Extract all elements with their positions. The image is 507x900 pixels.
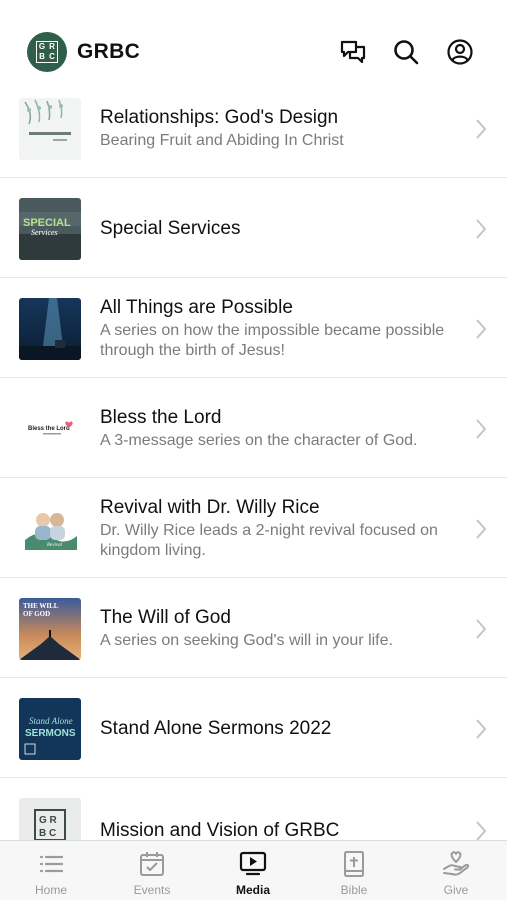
- series-title: Revival with Dr. Willy Rice: [100, 497, 320, 518]
- list-item[interactable]: All Things are Possible A series on how …: [0, 278, 507, 378]
- series-thumbnail: Bless the Lord: [19, 398, 81, 460]
- bible-icon: [344, 851, 364, 877]
- give-hand-icon: [443, 851, 470, 876]
- series-subtitle: Dr. Willy Rice leads a 2-night revival f…: [100, 522, 438, 559]
- list-item[interactable]: G R B C Mission and Vision of GRBC: [0, 778, 507, 840]
- list-item[interactable]: Stand Alone SERMONS Stand Alone Sermons …: [0, 678, 507, 778]
- svg-text:SERMONS: SERMONS: [25, 728, 76, 739]
- tab-media[interactable]: Media: [213, 849, 293, 897]
- chevron-right-icon: [475, 518, 487, 540]
- chevron-right-icon: [475, 318, 487, 340]
- series-thumbnail: Stand Alone SERMONS: [19, 698, 81, 760]
- svg-text:Stand Alone: Stand Alone: [29, 716, 73, 726]
- list-item-text: Special Services: [100, 217, 452, 241]
- series-thumbnail: Revival: [19, 498, 81, 560]
- series-title: Mission and Vision of GRBC: [100, 820, 340, 840]
- series-subtitle: A series on how the impossible became po…: [100, 322, 445, 359]
- list-item[interactable]: THE WILL OF GOD The Will of God A series…: [0, 578, 507, 678]
- chevron-right-icon: [475, 218, 487, 240]
- list-icon: [39, 855, 64, 873]
- search-icon[interactable]: [392, 38, 420, 66]
- list-item-text: Bless the Lord A 3-message series on the…: [100, 406, 452, 451]
- svg-text:THE WILL: THE WILL: [23, 602, 59, 610]
- svg-text:G R: G R: [39, 815, 58, 826]
- tab-give[interactable]: Give: [416, 849, 496, 897]
- series-thumbnail: THE WILL OF GOD: [19, 598, 81, 660]
- list-item-text: Relationships: God's Design Bearing Frui…: [100, 106, 452, 151]
- series-title: Special Services: [100, 218, 241, 239]
- svg-text:Revival: Revival: [46, 543, 63, 548]
- list-item-text: All Things are Possible A series on how …: [100, 296, 452, 361]
- svg-text:Bless the Lord: Bless the Lord: [28, 426, 70, 432]
- app-title: GRBC: [77, 40, 141, 63]
- svg-text:OF GOD: OF GOD: [23, 610, 50, 618]
- chevron-right-icon: [475, 118, 487, 140]
- series-title: The Will of God: [100, 607, 231, 628]
- series-thumbnail: [19, 298, 81, 360]
- bottom-tab-bar: Home Events Media Bible Give: [0, 840, 507, 900]
- series-subtitle: Bearing Fruit and Abiding In Christ: [100, 132, 344, 149]
- series-title: All Things are Possible: [100, 297, 293, 318]
- logo-letter: G: [38, 42, 46, 51]
- list-item-text: Revival with Dr. Willy Rice Dr. Willy Ri…: [100, 496, 452, 561]
- tab-label: Give: [443, 883, 469, 897]
- tab-label: Events: [133, 883, 171, 897]
- tv-play-icon: [239, 851, 267, 876]
- profile-icon[interactable]: [446, 38, 474, 66]
- logo-letters: G R B C: [36, 41, 58, 63]
- chevron-right-icon: [475, 618, 487, 640]
- series-title: Bless the Lord: [100, 407, 222, 428]
- tab-events[interactable]: Events: [112, 849, 192, 897]
- series-list[interactable]: Relationships: God's Design Bearing Frui…: [0, 78, 507, 840]
- list-item-text: The Will of God A series on seeking God'…: [100, 606, 452, 651]
- series-thumbnail: [19, 98, 81, 160]
- church-logo[interactable]: G R B C: [27, 32, 67, 72]
- tab-label: Bible: [340, 883, 368, 897]
- chevron-right-icon: [475, 718, 487, 740]
- series-thumbnail: G R B C: [19, 798, 81, 840]
- chat-icon[interactable]: [339, 38, 367, 66]
- chevron-right-icon: [475, 418, 487, 440]
- tab-label: Home: [34, 883, 67, 897]
- series-thumbnail: SPECIAL Services: [19, 198, 81, 260]
- logo-letter: R: [49, 42, 55, 51]
- list-item[interactable]: Revival Revival with Dr. Willy Rice Dr. …: [0, 478, 507, 578]
- series-subtitle: A 3-message series on the character of G…: [100, 432, 418, 449]
- svg-text:Services: Services: [31, 228, 58, 237]
- list-item[interactable]: SPECIAL Services Special Services: [0, 178, 507, 278]
- chevron-right-icon: [475, 820, 487, 840]
- list-item-text: Mission and Vision of GRBC: [100, 819, 452, 840]
- tab-home[interactable]: Home: [11, 849, 91, 897]
- calendar-icon: [140, 852, 164, 876]
- logo-letter: B: [39, 52, 45, 61]
- tab-bible[interactable]: Bible: [314, 849, 394, 897]
- svg-text:B C: B C: [39, 828, 56, 839]
- list-item-text: Stand Alone Sermons 2022: [100, 717, 452, 741]
- logo-letter: C: [49, 52, 55, 61]
- app-header: G R B C GRBC: [0, 0, 507, 96]
- list-item[interactable]: Bless the Lord Bless the Lord A 3-messag…: [0, 378, 507, 478]
- tab-label: Media: [235, 883, 270, 897]
- series-title: Stand Alone Sermons 2022: [100, 718, 332, 739]
- series-title: Relationships: God's Design: [100, 107, 339, 128]
- series-subtitle: A series on seeking God's will in your l…: [100, 632, 393, 649]
